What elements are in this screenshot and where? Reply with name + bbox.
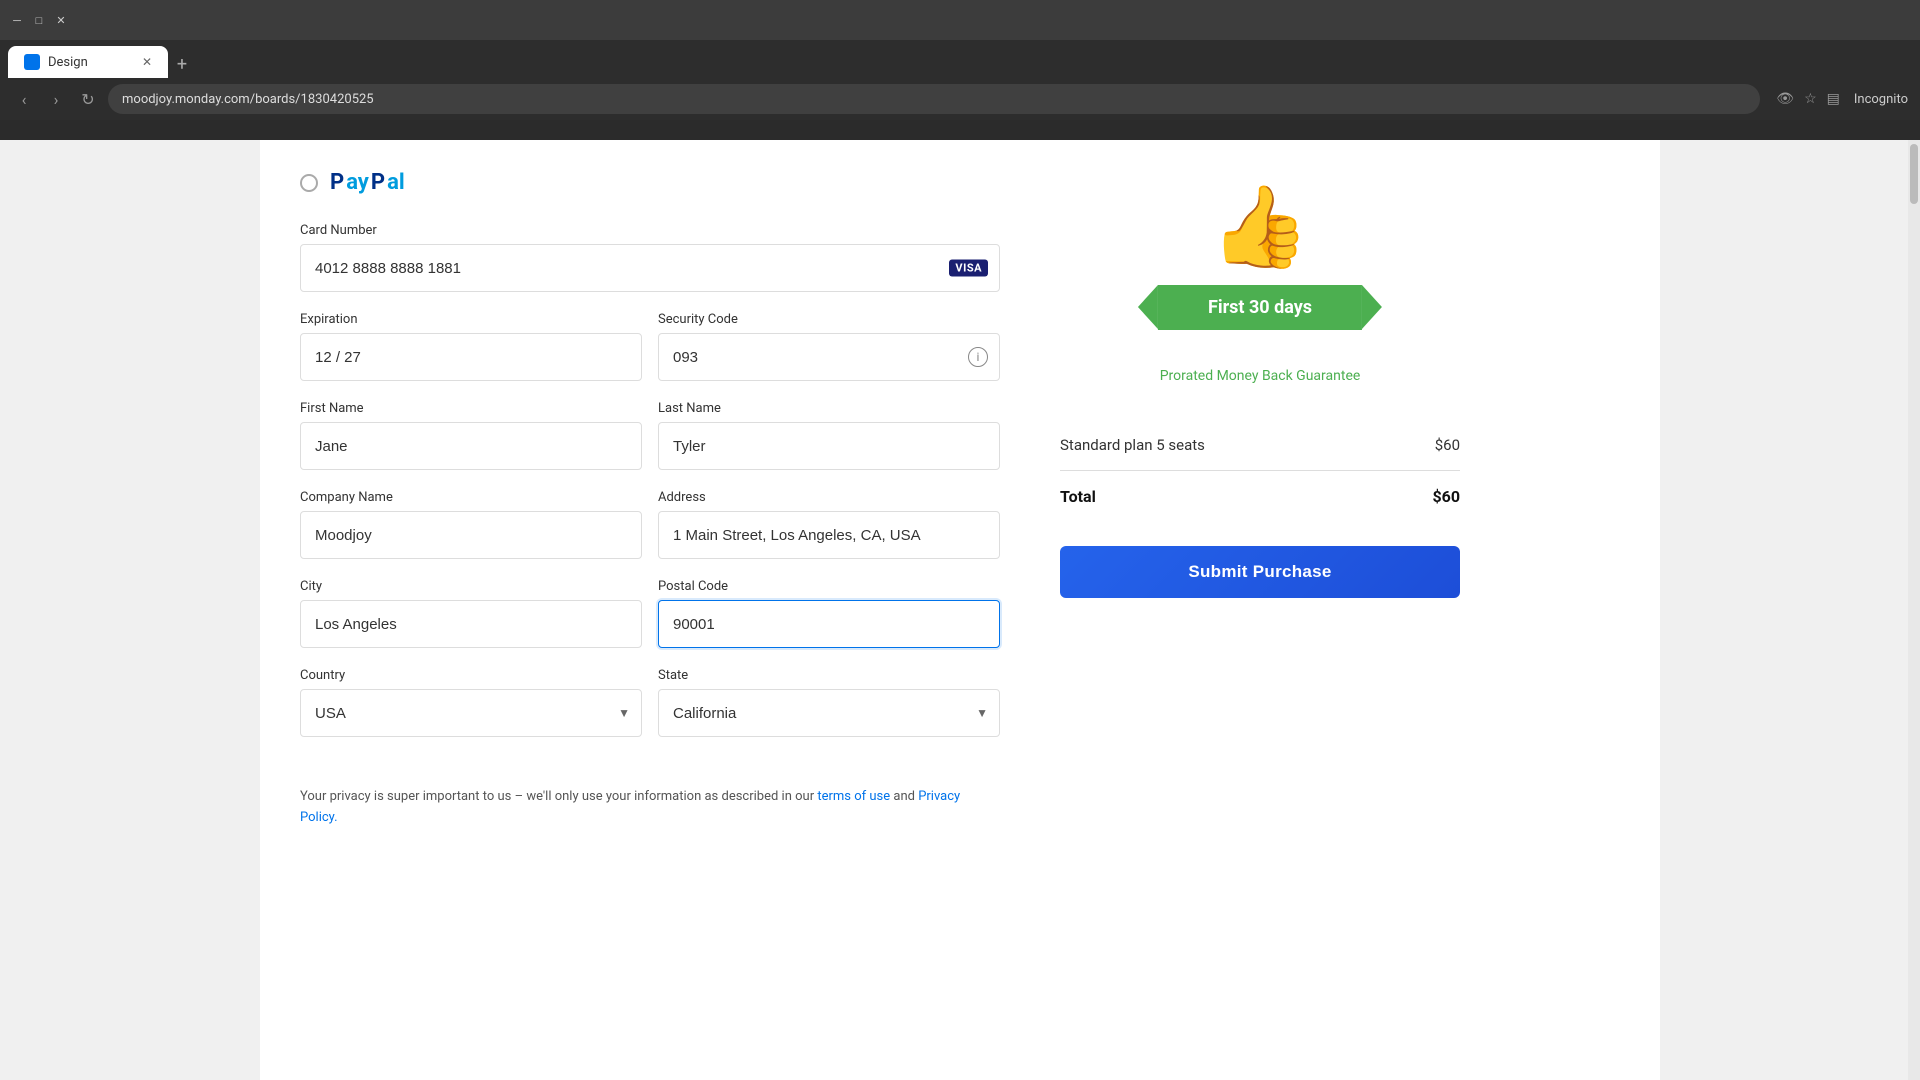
tab-favicon [24,54,40,70]
paypal-logo-p4: al [387,170,405,195]
info-icon[interactable]: i [968,347,988,367]
minimize-button[interactable]: ─ [8,11,26,29]
city-group: City [300,579,642,648]
state-label: State [658,668,1000,683]
city-label: City [300,579,642,594]
guarantee-ribbon: First 30 days [1158,285,1362,330]
paypal-logo-p1: P [330,170,344,195]
thumbs-up-icon: 👍 [1210,180,1310,274]
state-select[interactable]: California New York Texas Florida [658,689,1000,737]
security-code-label: Security Code [658,312,1000,327]
last-name-input[interactable] [658,422,1000,470]
tab-close-button[interactable]: ✕ [142,55,152,69]
total-price: $60 [1432,487,1460,506]
browser-titlebar: ─ □ ✕ [0,0,1920,40]
security-code-group: Security Code i [658,312,1000,381]
visibility-off-icon: 👁 [1776,91,1794,107]
country-select-wrapper: USA Canada UK Australia ▼ [300,689,642,737]
state-select-wrapper: California New York Texas Florida ▼ [658,689,1000,737]
total-label: Total [1060,487,1096,506]
postal-code-input[interactable] [658,600,1000,648]
city-input[interactable] [300,600,642,648]
incognito-label: Incognito [1854,92,1908,107]
new-tab-button[interactable]: + [168,50,196,78]
paypal-radio[interactable] [300,174,318,192]
paypal-header: PayPal [300,170,1000,195]
scrollbar[interactable] [1908,140,1920,1080]
privacy-and-text: and [893,789,918,804]
payment-form-section: PayPal Card Number VISA Expiration Secur… [300,160,1000,1040]
last-name-label: Last Name [658,401,1000,416]
guarantee-days: First 30 days [1208,297,1312,318]
browser-chrome: ─ □ ✕ Design ✕ + ‹ › ↻ moodjoy.monday.co… [0,0,1920,140]
total-row: Total $60 [1060,470,1460,522]
visa-badge: VISA [949,260,988,277]
first-name-label: First Name [300,401,642,416]
company-name-input[interactable] [300,511,642,559]
card-number-input[interactable] [300,244,1000,292]
refresh-button[interactable]: ↻ [76,87,100,111]
submit-purchase-button[interactable]: Submit Purchase [1060,546,1460,598]
expiration-group: Expiration [300,312,642,381]
expiration-input[interactable] [300,333,642,381]
sidebar-icon[interactable]: ▤ [1827,91,1840,107]
paypal-logo-p2: ay [346,170,369,195]
company-name-group: Company Name [300,490,642,559]
country-state-row: Country USA Canada UK Australia ▼ State [300,668,1000,757]
active-tab[interactable]: Design ✕ [8,46,168,78]
privacy-text: Your privacy is super important to us – … [300,787,1000,829]
company-name-label: Company Name [300,490,642,505]
privacy-text-main: Your privacy is super important to us – … [300,789,817,804]
first-name-input[interactable] [300,422,642,470]
tab-bar: Design ✕ + [0,40,1920,78]
plan-price: $60 [1435,436,1460,454]
card-number-label: Card Number [300,223,1000,238]
country-label: Country [300,668,642,683]
postal-code-group: Postal Code [658,579,1000,648]
security-code-wrapper: i [658,333,1000,381]
guarantee-text: Prorated Money Back Guarantee [1060,368,1460,384]
expiration-label: Expiration [300,312,642,327]
country-select[interactable]: USA Canada UK Australia [300,689,642,737]
card-number-wrapper: VISA [300,244,1000,292]
order-summary-section: 👍 First 30 days Prorated Money Back Guar… [1060,160,1460,1040]
page-content: PayPal Card Number VISA Expiration Secur… [0,140,1920,1080]
window-controls[interactable]: ─ □ ✕ [8,11,70,29]
address-bar-icons: 👁 ☆ ▤ Incognito [1776,91,1908,107]
address-group: Address [658,490,1000,559]
first-name-group: First Name [300,401,642,470]
plan-row: Standard plan 5 seats $60 [1060,424,1460,466]
terms-of-use-link[interactable]: terms of use [817,789,890,804]
address-label: Address [658,490,1000,505]
scrollbar-thumb[interactable] [1910,144,1918,204]
security-code-input[interactable] [658,333,1000,381]
country-group: Country USA Canada UK Australia ▼ [300,668,642,737]
plan-label: Standard plan 5 seats [1060,436,1205,454]
address-bar-row: ‹ › ↻ moodjoy.monday.com/boards/18304205… [0,78,1920,120]
expiry-security-row: Expiration Security Code i [300,312,1000,401]
maximize-button[interactable]: □ [30,11,48,29]
card-number-group: Card Number VISA [300,223,1000,292]
company-address-row: Company Name Address [300,490,1000,579]
state-group: State California New York Texas Florida … [658,668,1000,737]
city-postal-row: City Postal Code [300,579,1000,668]
tab-title: Design [48,55,88,70]
last-name-group: Last Name [658,401,1000,470]
forward-button[interactable]: › [44,87,68,111]
postal-code-label: Postal Code [658,579,1000,594]
back-button[interactable]: ‹ [12,87,36,111]
close-button[interactable]: ✕ [52,11,70,29]
star-icon[interactable]: ☆ [1804,91,1817,107]
address-bar[interactable]: moodjoy.monday.com/boards/1830420525 [108,84,1760,114]
guarantee-banner: 👍 First 30 days Prorated Money Back Guar… [1060,180,1460,384]
name-row: First Name Last Name [300,401,1000,490]
payment-card: PayPal Card Number VISA Expiration Secur… [260,140,1660,1080]
paypal-logo: PayPal [330,170,405,195]
paypal-logo-p3: P [371,170,385,195]
url-text: moodjoy.monday.com/boards/1830420525 [122,92,374,107]
address-input[interactable] [658,511,1000,559]
guarantee-image: 👍 First 30 days [1110,180,1410,360]
